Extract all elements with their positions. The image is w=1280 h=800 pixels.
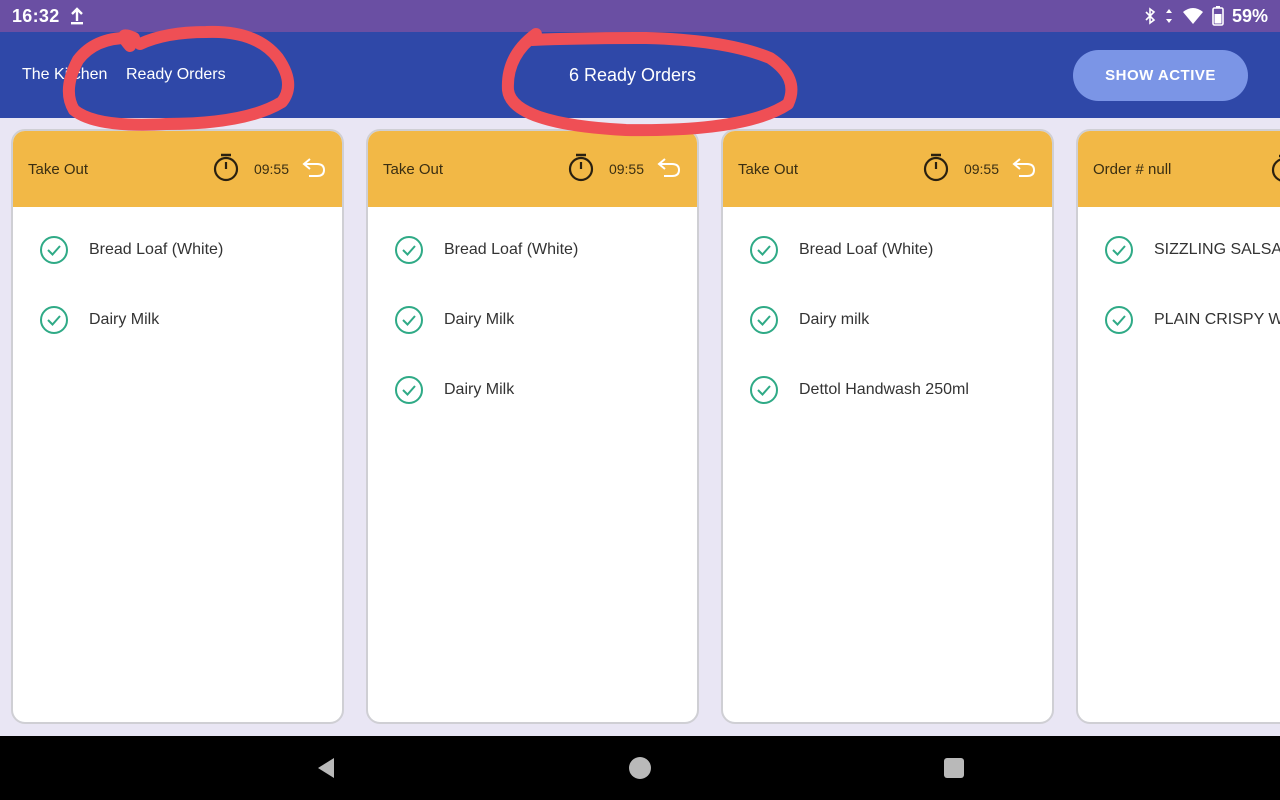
undo-icon[interactable] xyxy=(1011,155,1037,184)
back-button[interactable] xyxy=(314,756,338,780)
check-circle-icon xyxy=(39,235,69,265)
item-name: Dairy Milk xyxy=(444,311,515,328)
order-type: Take Out xyxy=(28,160,89,178)
stopwatch-icon xyxy=(1270,153,1280,188)
status-bar: 16:32 59% xyxy=(0,0,1280,32)
bluetooth-icon xyxy=(1144,7,1156,25)
show-active-button[interactable]: SHOW ACTIVE xyxy=(1073,50,1248,101)
item-name: Dettol Handwash 250ml xyxy=(799,381,969,398)
list-item[interactable]: Bread Loaf (White) xyxy=(368,235,697,305)
order-card[interactable]: Order # null SIZZLING SALSA PLAIN CRISPY… xyxy=(1076,129,1280,724)
item-name: Bread Loaf (White) xyxy=(89,241,224,258)
item-name: Bread Loaf (White) xyxy=(799,241,934,258)
battery-percent: 59% xyxy=(1231,5,1268,26)
list-item[interactable]: SIZZLING SALSA xyxy=(1078,235,1280,305)
check-circle-icon xyxy=(394,375,424,405)
list-item[interactable]: Dairy Milk xyxy=(13,305,342,375)
app-bar: The Kitchen Ready Orders 6 Ready Orders … xyxy=(0,32,1280,118)
elapsed-time: 09:55 xyxy=(608,161,644,177)
item-name: Dairy Milk xyxy=(89,311,160,328)
check-circle-icon xyxy=(749,235,779,265)
order-type: Take Out xyxy=(383,160,444,178)
navigation-bar xyxy=(0,736,1280,800)
order-card[interactable]: Take Out 09:55 Bread Loaf (White) Dairy … xyxy=(721,129,1054,724)
list-item[interactable]: Dettol Handwash 250ml xyxy=(723,375,1052,445)
order-card[interactable]: Take Out 09:55 Bread Loaf (White) Dairy … xyxy=(11,129,344,724)
order-type: Take Out xyxy=(738,160,799,178)
data-arrows-icon xyxy=(1164,7,1174,25)
order-card-header: Take Out 09:55 xyxy=(13,131,342,207)
stopwatch-icon xyxy=(922,152,950,187)
item-name: PLAIN CRISPY WI xyxy=(1154,311,1280,328)
undo-icon[interactable] xyxy=(656,155,682,184)
list-item[interactable]: Bread Loaf (White) xyxy=(13,235,342,305)
order-items: Bread Loaf (White) Dairy Milk xyxy=(13,207,342,375)
check-circle-icon xyxy=(394,235,424,265)
order-items: Bread Loaf (White) Dairy Milk Dairy Milk xyxy=(368,207,697,445)
order-items: SIZZLING SALSA PLAIN CRISPY WI xyxy=(1078,207,1280,375)
order-card-header: Take Out 09:55 xyxy=(368,131,697,207)
check-circle-icon xyxy=(1104,305,1134,335)
battery-icon xyxy=(1212,6,1224,26)
check-circle-icon xyxy=(749,305,779,335)
order-card[interactable]: Take Out 09:55 Bread Loaf (White) Dairy … xyxy=(366,129,699,724)
undo-icon[interactable] xyxy=(301,155,327,184)
item-name: Bread Loaf (White) xyxy=(444,241,579,258)
status-time: 16:32 xyxy=(12,5,60,26)
stopwatch-icon xyxy=(567,152,595,187)
check-circle-icon xyxy=(39,305,69,335)
check-circle-icon xyxy=(749,375,779,405)
check-circle-icon xyxy=(1104,235,1134,265)
order-card-header: Take Out 09:55 xyxy=(723,131,1052,207)
list-item[interactable]: Bread Loaf (White) xyxy=(723,235,1052,305)
elapsed-time: 09:55 xyxy=(963,161,999,177)
order-items: Bread Loaf (White) Dairy milk Dettol Han… xyxy=(723,207,1052,445)
stopwatch-icon xyxy=(212,152,240,187)
list-item[interactable]: Dairy milk xyxy=(723,305,1052,375)
check-circle-icon xyxy=(394,305,424,335)
orders-board: Take Out 09:55 Bread Loaf (White) Dairy … xyxy=(0,118,1280,736)
wifi-icon xyxy=(1182,7,1204,25)
recents-button[interactable] xyxy=(942,756,966,780)
item-name: SIZZLING SALSA xyxy=(1154,241,1280,258)
list-item[interactable]: PLAIN CRISPY WI xyxy=(1078,305,1280,375)
order-number: Order # null xyxy=(1093,160,1172,178)
order-card-header: Order # null xyxy=(1078,131,1280,207)
list-item[interactable]: Dairy Milk xyxy=(368,375,697,445)
item-name: Dairy Milk xyxy=(444,381,515,398)
home-button[interactable] xyxy=(628,756,652,780)
list-item[interactable]: Dairy Milk xyxy=(368,305,697,375)
upload-icon xyxy=(70,7,84,25)
elapsed-time: 09:55 xyxy=(253,161,289,177)
item-name: Dairy milk xyxy=(799,311,870,328)
